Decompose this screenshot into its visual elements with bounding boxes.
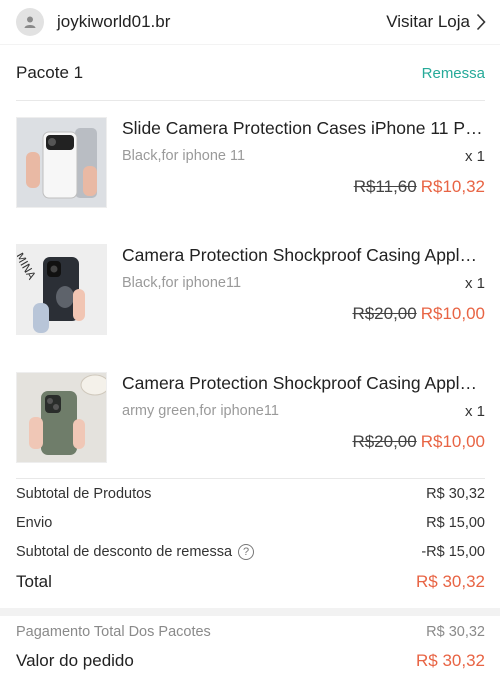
product-variant: army green,for iphone11 bbox=[122, 403, 279, 419]
shipping-discount-value: -R$ 15,00 bbox=[421, 544, 485, 561]
product-quantity: x 1 bbox=[464, 148, 485, 165]
divider bbox=[16, 478, 485, 479]
total-row: Total R$ 30,32 bbox=[16, 572, 485, 592]
divider bbox=[16, 100, 485, 101]
product-variant: Black,for iphone11 bbox=[122, 275, 242, 291]
product-image: MINA bbox=[16, 244, 107, 335]
discounted-price: R$10,00 bbox=[420, 432, 485, 451]
total-value: R$ 30,32 bbox=[416, 572, 485, 591]
shipping-link[interactable]: Remessa bbox=[422, 65, 485, 82]
chevron-right-icon bbox=[476, 13, 486, 31]
payment-summary: Pagamento Total Dos Pacotes R$ 30,32 Val… bbox=[0, 616, 500, 680]
shipping-discount-row: Subtotal de desconto de remessa? -R$ 15,… bbox=[16, 544, 485, 561]
shipping-value: R$ 15,00 bbox=[426, 515, 485, 531]
product-image bbox=[16, 117, 107, 208]
order-value-row: Valor do pedido R$ 30,32 bbox=[16, 651, 485, 671]
product-price: R$11,60 R$10,32 bbox=[354, 177, 485, 197]
order-value-value: R$ 30,32 bbox=[416, 651, 485, 670]
products-subtotal-label: Subtotal de Produtos bbox=[16, 486, 152, 502]
product-price: R$20,00 R$10,00 bbox=[352, 304, 485, 324]
order-value-label: Valor do pedido bbox=[16, 651, 134, 670]
shipping-discount-label: Subtotal de desconto de remessa bbox=[16, 544, 233, 560]
all-packages-label: Pagamento Total Dos Pacotes bbox=[16, 624, 211, 640]
order-item[interactable]: MINA Camera Protection Shockproof Casing… bbox=[16, 244, 485, 336]
original-price: R$20,00 bbox=[352, 304, 417, 323]
visit-store-label: Visitar Loja bbox=[386, 12, 470, 31]
shipping-discount-label-group: Subtotal de desconto de remessa? bbox=[16, 544, 255, 561]
order-item[interactable]: Slide Camera Protection Cases iPhone 11 … bbox=[16, 117, 485, 209]
product-title: Camera Protection Shockproof Casing Appl… bbox=[122, 245, 485, 265]
user-avatar-icon[interactable] bbox=[16, 8, 44, 36]
package-card: Pacote 1 Remessa Slide Camera Protection… bbox=[0, 44, 500, 608]
shop-name[interactable]: joykiworld01.br bbox=[57, 12, 386, 32]
package-title: Pacote 1 bbox=[16, 63, 84, 82]
product-title: Camera Protection Shockproof Casing Appl… bbox=[122, 373, 485, 393]
total-label: Total bbox=[16, 572, 52, 591]
original-price: R$11,60 bbox=[353, 177, 417, 196]
discounted-price: R$10,32 bbox=[420, 177, 485, 196]
product-variant: Black,for iphone 11 bbox=[122, 148, 246, 164]
discounted-price: R$10,00 bbox=[420, 304, 485, 323]
visit-store-button[interactable]: Visitar Loja bbox=[386, 12, 486, 32]
original-price: R$20,00 bbox=[352, 432, 417, 451]
help-icon[interactable]: ? bbox=[238, 544, 255, 561]
products-subtotal-row: Subtotal de Produtos R$ 30,32 bbox=[16, 486, 485, 502]
product-title: Slide Camera Protection Cases iPhone 11 … bbox=[122, 118, 485, 138]
all-packages-value: R$ 30,32 bbox=[426, 624, 485, 640]
products-subtotal-value: R$ 30,32 bbox=[426, 486, 485, 502]
package-header: Pacote 1 Remessa bbox=[16, 63, 485, 83]
shipping-row: Envio R$ 15,00 bbox=[16, 515, 485, 531]
product-quantity: x 1 bbox=[464, 275, 485, 292]
all-packages-row: Pagamento Total Dos Pacotes R$ 30,32 bbox=[16, 624, 485, 640]
shop-header: joykiworld01.br Visitar Loja bbox=[0, 0, 500, 44]
order-item[interactable]: Camera Protection Shockproof Casing Appl… bbox=[16, 372, 485, 464]
shipping-label: Envio bbox=[16, 515, 53, 531]
product-image bbox=[16, 372, 107, 463]
product-price: R$20,00 R$10,00 bbox=[352, 432, 485, 452]
product-quantity: x 1 bbox=[464, 403, 485, 420]
